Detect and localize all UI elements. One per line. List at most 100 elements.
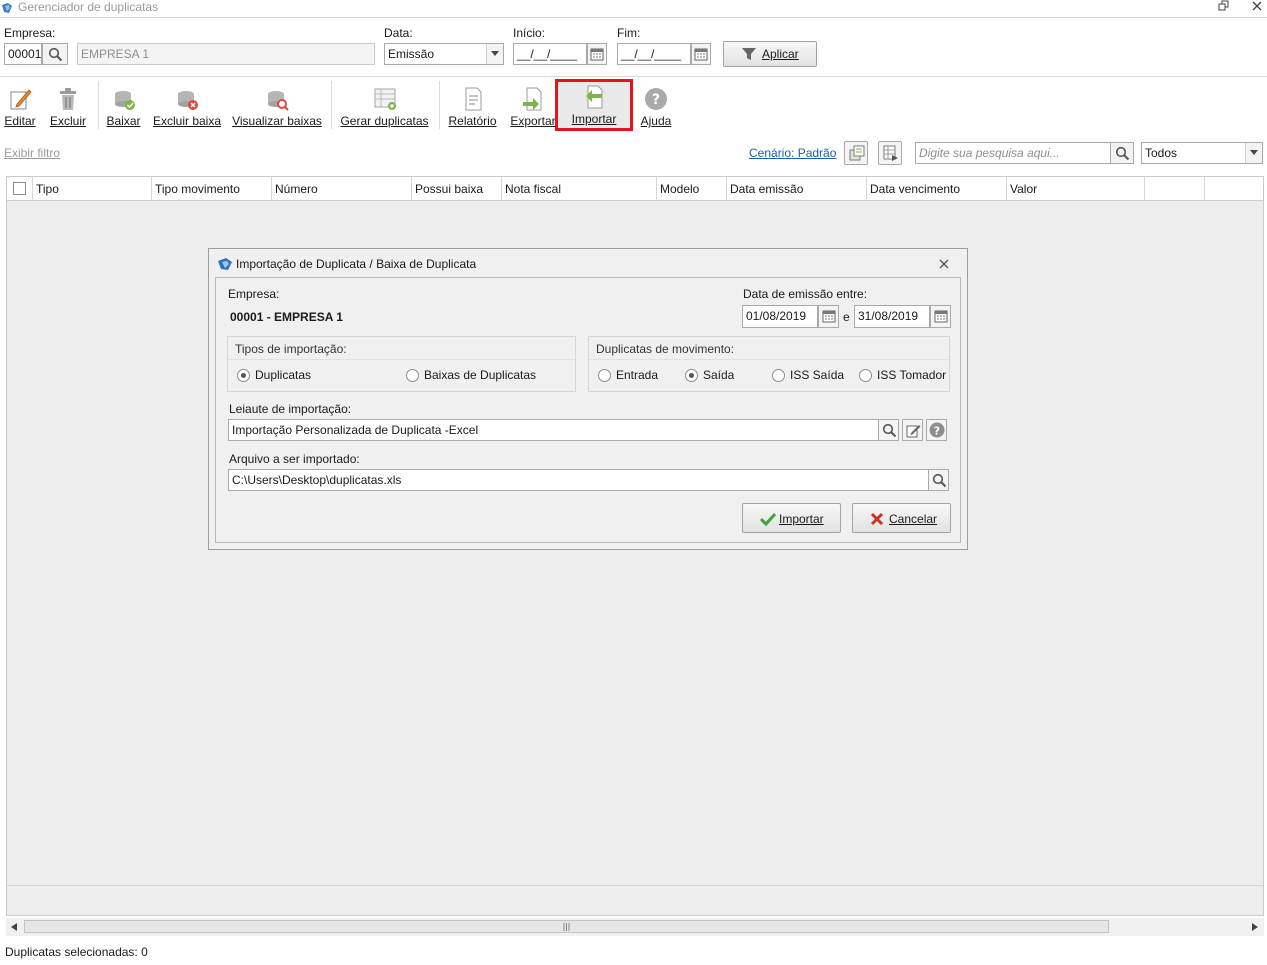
data-label: Data: — [384, 26, 413, 40]
chevron-down-icon[interactable] — [1245, 143, 1262, 163]
column-header[interactable]: Possui baixa — [412, 177, 502, 201]
radio-baixas-label: Baixas de Duplicatas — [424, 368, 537, 382]
relatorio-button[interactable]: Relatório — [439, 81, 505, 129]
relatorio-label: Relatório — [448, 114, 497, 128]
leiaute-search-button[interactable] — [878, 419, 899, 441]
import-dialog: Importação de Duplicata / Baixa de Dupli… — [208, 248, 968, 550]
edit-icon — [10, 89, 32, 110]
gerar-duplicatas-button[interactable]: Gerar duplicatas — [331, 81, 437, 129]
dialog-importar-button[interactable]: Importar — [742, 503, 841, 533]
column-header-empty — [1145, 177, 1205, 201]
radio-duplicatas-label: Duplicatas — [255, 368, 312, 382]
scenario-settings-button[interactable] — [844, 141, 868, 165]
ajuda-button[interactable]: ? Ajuda — [636, 81, 676, 129]
report-icon — [465, 87, 481, 111]
close-icon[interactable] — [1249, 0, 1265, 14]
coins-check-icon — [114, 91, 135, 110]
date-from-input[interactable]: 01/08/2019 — [742, 305, 818, 328]
inicio-date-input[interactable]: __/__/____ — [513, 43, 587, 65]
baixar-button[interactable]: Baixar — [98, 81, 148, 129]
search-icon — [1115, 146, 1130, 161]
importar-label: Importar — [571, 112, 617, 126]
excluir-baixa-label: Excluir baixa — [152, 114, 222, 128]
edit-icon — [906, 425, 921, 438]
leiaute-help-button[interactable]: ? — [926, 419, 947, 441]
scrollbar-thumb[interactable] — [24, 920, 1109, 933]
excluir-baixa-button[interactable]: Excluir baixa — [152, 81, 222, 129]
window-title: Gerenciador de duplicatas — [18, 0, 159, 14]
fim-date-input[interactable]: __/__/____ — [617, 43, 691, 65]
date-to-input[interactable]: 31/08/2019 — [854, 305, 930, 328]
fim-calendar-button[interactable] — [691, 43, 711, 65]
importar-button[interactable]: Importar — [555, 79, 633, 131]
radio-iss-saida-label: ISS Saída — [790, 368, 845, 382]
grid-footer-line — [7, 885, 1263, 886]
calendar-icon — [934, 310, 948, 323]
dialog-empresa-label: Empresa: — [228, 287, 280, 301]
column-header[interactable]: Data vencimento — [867, 177, 1007, 201]
aplicar-button[interactable]: Aplicar — [723, 41, 817, 67]
column-header[interactable]: Modelo — [657, 177, 727, 201]
window-titlebar: Gerenciador de duplicatas — [0, 0, 1267, 18]
leiaute-edit-button[interactable] — [902, 419, 923, 441]
visualizar-baixas-button[interactable]: Visualizar baixas — [232, 81, 322, 129]
radio-entrada-label: Entrada — [616, 368, 659, 382]
column-header[interactable]: Tipo — [33, 177, 152, 201]
help-icon: ? — [929, 422, 945, 438]
arquivo-label: Arquivo a ser importado: — [229, 452, 360, 466]
exportar-label: Exportar — [510, 114, 556, 128]
data-select[interactable]: Emissão — [384, 43, 504, 65]
column-header[interactable]: Número — [272, 177, 412, 201]
duplicatas-movimento-title: Duplicatas de movimento: — [596, 342, 735, 356]
search-icon — [882, 423, 897, 438]
dialog-cancelar-button[interactable]: Cancelar — [852, 503, 951, 533]
inicio-calendar-button[interactable] — [587, 43, 607, 65]
close-icon[interactable] — [939, 259, 949, 269]
aplicar-label: Aplicar — [762, 47, 799, 61]
visualizar-baixas-label: Visualizar baixas — [232, 114, 322, 128]
scroll-right-icon[interactable] — [1252, 923, 1258, 931]
column-header[interactable]: Data emissão — [727, 177, 867, 201]
baixar-label: Baixar — [106, 114, 141, 128]
radio-iss-tomador-label: ISS Tomador — [877, 368, 947, 382]
empresa-label: Empresa: — [4, 26, 56, 40]
excluir-button[interactable]: Excluir — [48, 81, 88, 129]
coins-remove-icon — [178, 91, 198, 110]
trash-icon — [60, 88, 76, 110]
grid-search-button[interactable] — [1110, 142, 1134, 164]
filter-icon — [742, 48, 756, 60]
column-chooser-button[interactable] — [878, 141, 902, 165]
column-header[interactable]: Nota fiscal — [502, 177, 657, 201]
select-all-checkbox[interactable] — [13, 182, 26, 195]
grip-icon — [563, 923, 570, 931]
date-from-calendar-button[interactable] — [818, 305, 839, 328]
date-to-calendar-button[interactable] — [930, 305, 951, 328]
select-all-cell — [7, 177, 33, 201]
app-icon — [218, 258, 232, 270]
exportar-button[interactable]: Exportar — [509, 81, 557, 129]
chevron-down-icon[interactable] — [486, 44, 503, 64]
column-header[interactable]: Tipo movimento — [152, 177, 272, 201]
leiaute-input[interactable]: Importação Personalizada de Duplicata -E… — [228, 419, 880, 441]
search-icon — [932, 473, 947, 488]
horizontal-scrollbar[interactable] — [6, 918, 1264, 936]
empresa-search-button[interactable] — [42, 43, 68, 65]
tipos-importacao-title: Tipos de importação: — [235, 342, 347, 356]
scope-select[interactable]: Todos — [1141, 142, 1263, 164]
arquivo-browse-button[interactable] — [928, 469, 949, 491]
editar-button[interactable]: Editar — [2, 81, 38, 129]
cenario-link[interactable]: Cenário: Padrão — [749, 146, 836, 160]
data-emissao-label: Data de emissão entre: — [743, 287, 868, 301]
arquivo-input[interactable]: C:\Users\Desktop\duplicatas.xls — [228, 469, 930, 491]
dialog-importar-label: Importar — [779, 512, 824, 526]
scroll-left-icon[interactable] — [11, 923, 17, 931]
exibir-filtro-link[interactable]: Exibir filtro — [4, 146, 60, 160]
dialog-cancelar-label: Cancelar — [889, 512, 938, 526]
restore-icon[interactable] — [1216, 0, 1232, 14]
grid-search-input[interactable]: Digite sua pesquisa aqui... — [915, 142, 1111, 164]
column-header[interactable]: Valor — [1007, 177, 1145, 201]
empresa-code-input[interactable]: 00001 — [4, 43, 42, 65]
toolbar: Editar Excluir Baixar Excluir baixa Visu… — [0, 76, 1267, 131]
scenario-icon — [849, 145, 865, 161]
data-select-value: Emissão — [388, 47, 435, 61]
